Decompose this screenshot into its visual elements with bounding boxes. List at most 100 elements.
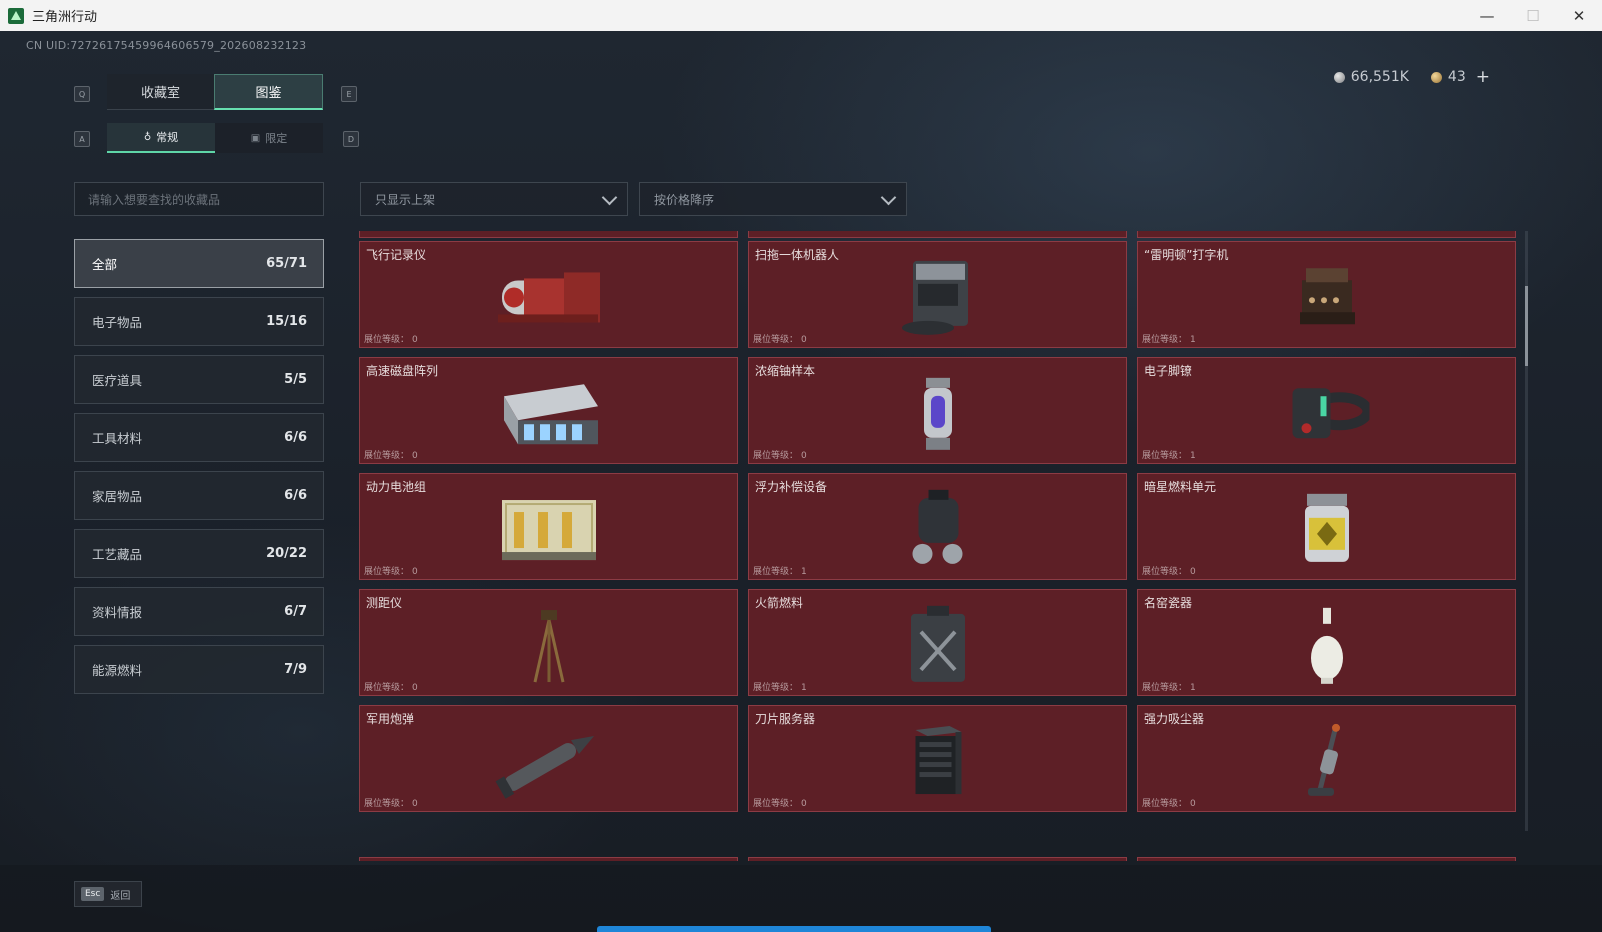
- booth-level: 展位等级： 0: [364, 448, 418, 461]
- category-count: 6/6: [284, 488, 307, 503]
- booth-level-value: 0: [801, 335, 807, 345]
- item-card-partial[interactable]: [359, 857, 738, 861]
- item-card[interactable]: 名窑瓷器 展位等级： 1: [1137, 589, 1516, 696]
- category-intel[interactable]: 资料情报 6/7: [74, 587, 324, 636]
- window-titlebar: 三角洲行动 — ☐ ✕: [0, 0, 1602, 32]
- booth-level-label: 展位等级：: [1142, 799, 1188, 809]
- loading-indicator: [597, 926, 991, 932]
- silver-balance: 66,551K: [1333, 69, 1409, 85]
- item-card[interactable]: 刀片服务器 展位等级： 0: [748, 705, 1127, 812]
- game-viewport: CN UID:7272617545996460​6579_20260823212…: [0, 31, 1602, 932]
- booth-level-value: 0: [1190, 799, 1196, 809]
- booth-level: 展位等级： 0: [753, 448, 807, 461]
- booth-level-label: 展位等级：: [364, 799, 410, 809]
- booth-level: 展位等级： 0: [364, 796, 418, 809]
- item-card[interactable]: 浓缩铀样本 展位等级： 0: [748, 357, 1127, 464]
- booth-level-label: 展位等级：: [1142, 567, 1188, 577]
- item-card[interactable]: 测距仪 展位等级： 0: [359, 589, 738, 696]
- category-count: 5/5: [284, 372, 307, 387]
- subtab-limited[interactable]: ▣ 限定: [215, 123, 323, 153]
- category-crafts[interactable]: 工艺藏品 20/22: [74, 529, 324, 578]
- item-card[interactable]: 军用炮弹展位等级： 0: [359, 705, 738, 812]
- item-card[interactable]: “雷明顿”打字机 展位等级： 1: [1137, 241, 1516, 348]
- booth-level: 展位等级： 0: [753, 332, 807, 345]
- silver-coin-icon: [1333, 71, 1345, 83]
- category-medical[interactable]: 医疗道具 5/5: [74, 355, 324, 404]
- rangefinder-icon: [529, 606, 569, 690]
- sort-dropdown[interactable]: 按价格降序: [639, 182, 907, 216]
- category-household[interactable]: 家居物品 6/6: [74, 471, 324, 520]
- shelf-filter-dropdown[interactable]: 只显示上架: [360, 182, 628, 216]
- tab-collection-room[interactable]: 收藏室: [107, 74, 214, 110]
- item-card-partial[interactable]: [748, 231, 1127, 238]
- booth-level-label: 展位等级：: [753, 799, 799, 809]
- booth-level-value: 0: [1190, 567, 1196, 577]
- item-card-partial[interactable]: [359, 231, 738, 238]
- category-label: 家居物品: [92, 489, 143, 504]
- back-button[interactable]: Esc 返回: [74, 881, 142, 907]
- flight-recorder-icon: [484, 262, 614, 336]
- rocket-fuel-icon: [903, 603, 973, 692]
- currency-bar: 66,551K 43 +: [1333, 67, 1490, 87]
- category-count: 6/6: [284, 430, 307, 445]
- booth-level-value: 0: [412, 451, 418, 461]
- booth-level: 展位等级： 1: [1142, 448, 1196, 461]
- main-tabs: 收藏室 图鉴: [107, 74, 323, 110]
- category-label: 资料情报: [92, 605, 143, 620]
- category-energy[interactable]: 能源燃料 7/9: [74, 645, 324, 694]
- booth-level: 展位等级： 0: [753, 796, 807, 809]
- booth-level-value: 1: [801, 567, 807, 577]
- close-button[interactable]: ✕: [1556, 0, 1602, 31]
- app-logo-icon: [8, 7, 24, 24]
- category-label: 工艺藏品: [92, 547, 143, 562]
- add-currency-button[interactable]: +: [1476, 67, 1490, 87]
- category-label: 能源燃料: [92, 663, 143, 678]
- back-label: 返回: [110, 890, 131, 902]
- booth-level-value: 1: [801, 683, 807, 693]
- booth-level-value: 1: [1190, 683, 1196, 693]
- blade-server-icon: [905, 722, 970, 806]
- subtab-regular[interactable]: ♁ 常规: [107, 123, 215, 153]
- category-tools[interactable]: 工具材料 6/6: [74, 413, 324, 462]
- item-card[interactable]: 动力电池组 展位等级： 0: [359, 473, 738, 580]
- booth-level-value: 0: [801, 799, 807, 809]
- minimize-button[interactable]: —: [1464, 0, 1510, 31]
- item-card[interactable]: 高速磁盘阵列 展位等级： 0: [359, 357, 738, 464]
- item-card-partial[interactable]: [748, 857, 1127, 861]
- item-card[interactable]: 火箭燃料 展位等级： 1: [748, 589, 1127, 696]
- robot-vacuum-icon: [898, 255, 978, 344]
- shelf-filter-value: 只显示上架: [375, 192, 436, 207]
- category-list: 全部 65/71 电子物品 15/16 医疗道具 5/5 工具材料 6/6 家居…: [74, 239, 324, 703]
- item-card[interactable]: 暗星燃料单元 展位等级： 0: [1137, 473, 1516, 580]
- category-count: 7/9: [284, 662, 307, 677]
- maximize-button[interactable]: ☐: [1510, 0, 1556, 31]
- item-name: 测距仪: [366, 596, 403, 610]
- grid-scrollbar[interactable]: [1525, 231, 1528, 831]
- booth-level-value: 0: [801, 451, 807, 461]
- item-card-partial[interactable]: [1137, 231, 1516, 238]
- item-card[interactable]: 扫拖一体机器人 展位等级： 0: [748, 241, 1127, 348]
- item-name: 扫拖一体机器人: [755, 248, 840, 262]
- booth-level-value: 0: [412, 567, 418, 577]
- item-card[interactable]: 电子脚镣展位等级： 1: [1137, 357, 1516, 464]
- item-card[interactable]: 浮力补偿设备 展位等级： 1: [748, 473, 1127, 580]
- tab-catalog[interactable]: 图鉴: [214, 74, 323, 110]
- category-electronics[interactable]: 电子物品 15/16: [74, 297, 324, 346]
- booth-level: 展位等级： 0: [1142, 796, 1196, 809]
- item-card[interactable]: 强力吸尘器 展位等级： 0: [1137, 705, 1516, 812]
- item-card[interactable]: 飞行记录仪 展位等级： 0: [359, 241, 738, 348]
- item-card-partial[interactable]: [1137, 857, 1516, 861]
- key-hint-e: E: [341, 86, 357, 102]
- item-name: 电子脚镣: [1144, 364, 1193, 378]
- sub-tabs: ♁ 常规 ▣ 限定: [107, 123, 323, 153]
- booth-level-value: 0: [412, 335, 418, 345]
- silver-amount: 66,551K: [1350, 69, 1409, 85]
- search-input[interactable]: 请输入想要查找的收藏品: [74, 182, 324, 216]
- ankle-monitor-icon: [1284, 376, 1372, 455]
- item-name: 浮力补偿设备: [755, 480, 828, 494]
- category-all[interactable]: 全部 65/71: [74, 239, 324, 288]
- grid-scrollbar-thumb[interactable]: [1525, 286, 1528, 366]
- esc-key-hint: Esc: [81, 887, 105, 901]
- artillery-shell-icon: [489, 722, 609, 806]
- item-name: 军用炮弹: [366, 712, 415, 726]
